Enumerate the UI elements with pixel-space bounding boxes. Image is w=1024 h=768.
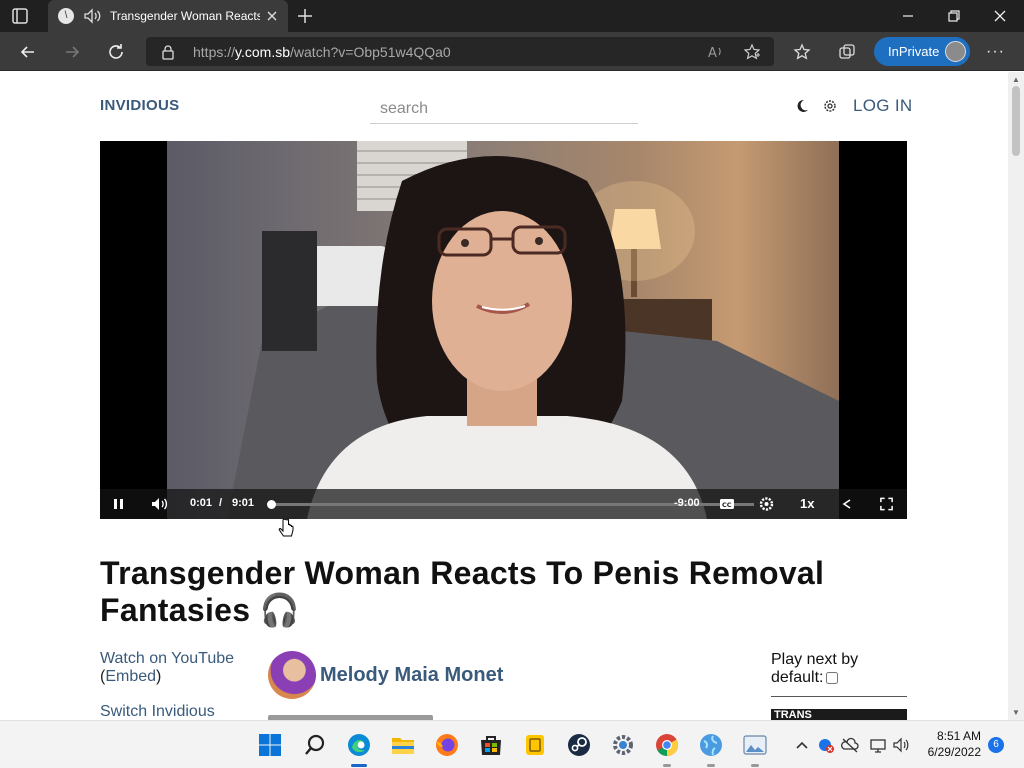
tab-close-icon[interactable] [264,8,280,24]
fullscreen-icon[interactable] [879,496,894,512]
share-icon[interactable] [840,496,854,512]
embed-link[interactable]: Embed [105,668,156,685]
scroll-up-icon[interactable]: ▲ [1012,75,1020,84]
watch-on-youtube-link[interactable]: Watch on YouTube [100,650,234,667]
settings-icon[interactable] [758,496,775,512]
recommended-video-thumbnail[interactable]: TRANS [771,709,907,720]
chevron-up-icon[interactable] [793,736,811,754]
settings-gear-icon[interactable] [822,98,838,114]
hand-cursor-icon [278,518,294,537]
scrollbar-thumb[interactable] [1012,86,1020,156]
photos-running-indicator [751,764,759,767]
add-favorite-icon[interactable] [743,43,761,61]
tab-actions-icon[interactable] [10,7,30,25]
globe-browser-icon[interactable] [699,733,723,757]
dark-mode-toggle-icon[interactable] [794,98,810,114]
globe-running-indicator [707,764,715,767]
play-next-label: Play next by default: [771,651,859,686]
scroll-down-icon[interactable]: ▼ [1012,708,1020,717]
tab-title: Transgender Woman Reacts To Penis Remova… [110,9,260,23]
onedrive-offline-icon[interactable] [841,736,859,754]
file-explorer-icon[interactable] [391,733,415,757]
pause-icon[interactable] [112,496,126,512]
back-icon[interactable] [18,42,38,62]
restore-icon[interactable] [946,8,962,24]
read-aloud-icon[interactable]: A [706,43,724,61]
site-logo[interactable]: INVIDIOUS [100,97,179,114]
network-icon[interactable] [869,736,887,754]
clock-date: 6/29/2022 [927,745,981,759]
web-page: INVIDIOUS LOG IN [0,72,1008,720]
volume-icon[interactable] [150,496,170,512]
video-links: Watch on YouTube (Embed) [100,650,234,686]
play-next-toggle: Play next by default: [771,651,911,687]
volume-tray-icon[interactable] [892,736,910,754]
captions-icon[interactable]: CC [719,496,735,512]
url-text[interactable]: https://y.com.sb/watch?v=Obp51w4QQa0 [193,44,451,60]
start-icon[interactable] [258,733,282,757]
chrome-icon[interactable] [655,733,679,757]
video-title: Transgender Woman Reacts To Penis Remova… [100,555,825,628]
clock-time: 8:51 AM [936,729,981,743]
notification-badge[interactable]: 6 [988,737,1004,753]
windows-taskbar: 8:51 AM 6/29/2022 6 [0,720,1024,768]
profile-avatar [945,41,966,62]
browser-tab-active[interactable]: \ Transgender Woman Reacts To Penis Remo… [48,0,288,32]
collections-icon[interactable] [837,42,857,62]
svg-text:CC: CC [722,501,732,509]
address-toolbar: https://y.com.sb/watch?v=Obp51w4QQa0 A I… [0,32,1024,71]
edge-icon[interactable] [347,733,371,757]
microsoft-store-icon[interactable] [479,733,503,757]
photos-icon[interactable] [743,733,767,757]
search-input[interactable] [370,94,638,124]
svg-text:A: A [708,46,717,61]
new-tab-icon[interactable] [296,7,314,25]
security-alert-icon[interactable] [817,736,835,754]
tab-audio-icon[interactable] [82,7,102,25]
duration: 9:01 [232,497,255,509]
time-separator: / [219,497,223,509]
sidebar-divider [771,696,907,697]
browser-tab-bar: \ Transgender Woman Reacts To Penis Remo… [0,0,1024,32]
sticky-notes-icon[interactable] [523,733,547,757]
close-window-icon[interactable] [992,8,1008,24]
minimize-icon[interactable] [900,8,916,24]
site-favicon-icon: \ [58,8,74,24]
settings-more-icon[interactable]: ··· [986,43,1006,61]
play-next-checkbox[interactable] [826,671,839,684]
switch-instance-link[interactable]: Switch Invidious [100,703,215,720]
embed-close-paren: ) [156,668,162,685]
page-scrollbar[interactable]: ▲ ▼ [1008,72,1024,720]
system-clock[interactable]: 8:51 AM 6/29/2022 [921,728,981,760]
inprivate-button[interactable]: InPrivate [874,37,970,66]
channel-name-link[interactable]: Melody Maia Monet [320,664,503,687]
edge-running-indicator [351,764,367,767]
search-icon[interactable] [303,733,327,757]
remaining-time: -9:00 [674,497,700,509]
inprivate-label: InPrivate [888,44,940,59]
settings-app-icon[interactable] [611,733,635,757]
chrome-running-indicator [663,764,671,767]
channel-avatar[interactable] [268,651,316,699]
login-link[interactable]: LOG IN [853,96,912,116]
video-player[interactable]: 0:01 / 9:01 -9:00 CC 1x [100,141,907,519]
thumbnail-text: TRANS [774,709,812,720]
seek-handle[interactable] [266,500,276,509]
lock-icon[interactable] [160,44,176,60]
player-controls: 0:01 / 9:01 -9:00 CC 1x [100,489,907,519]
url-bar[interactable]: https://y.com.sb/watch?v=Obp51w4QQa0 A [146,37,774,66]
forward-icon[interactable] [62,42,82,62]
refresh-icon[interactable] [106,42,126,62]
firefox-icon[interactable] [435,733,459,757]
video-frame[interactable] [167,141,839,519]
steam-icon[interactable] [567,733,591,757]
current-time: 0:01 [190,497,213,509]
favorites-icon[interactable] [792,42,812,62]
video-still-image [227,141,839,519]
playback-speed[interactable]: 1x [800,496,814,511]
